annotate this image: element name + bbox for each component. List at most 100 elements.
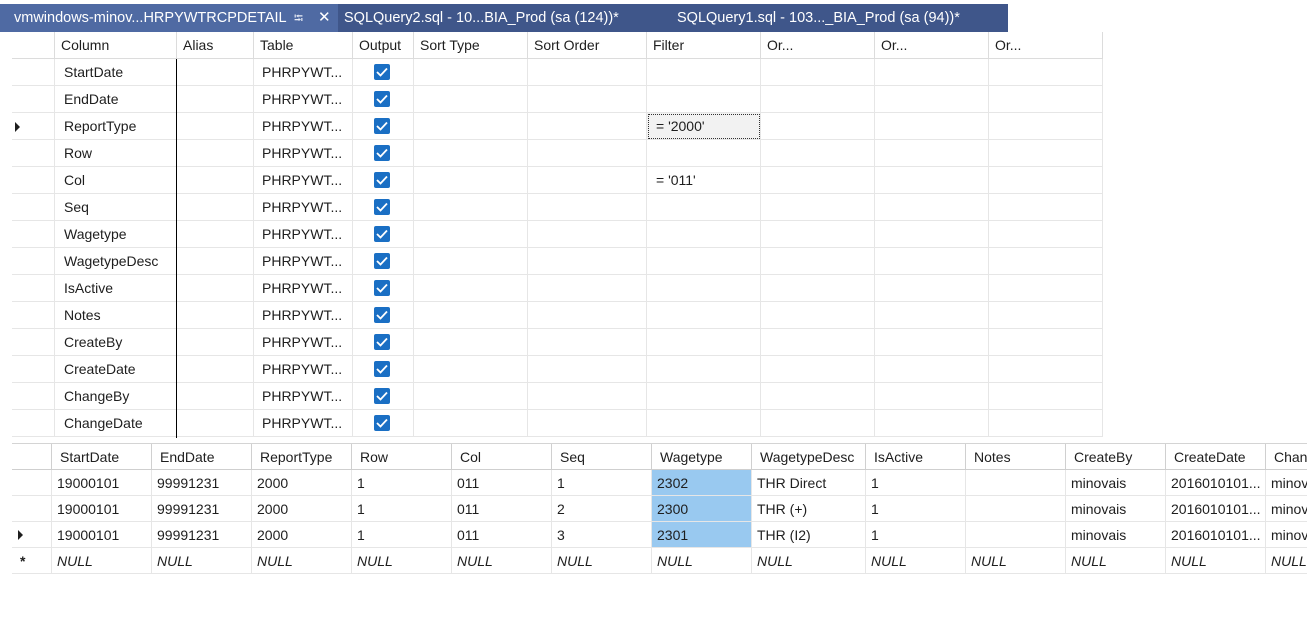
result-cell[interactable]: 2000 [252, 522, 352, 548]
criteria-cell-sort-order[interactable] [528, 302, 647, 329]
result-cell[interactable]: 1 [552, 470, 652, 496]
result-cell[interactable]: 1 [352, 496, 452, 522]
criteria-cell-output[interactable] [353, 302, 414, 329]
criteria-cell-filter[interactable] [647, 248, 761, 275]
criteria-cell-or-2[interactable] [875, 140, 989, 167]
criteria-cell-table[interactable]: PHRPYWT... [254, 194, 353, 221]
column-header-sort-type[interactable]: Sort Type [414, 32, 528, 59]
result-column-header[interactable]: Col [452, 444, 552, 470]
result-column-header[interactable]: Chan [1266, 444, 1307, 470]
column-header-or-1[interactable]: Or... [761, 32, 875, 59]
result-cell[interactable]: minovais [1066, 522, 1166, 548]
criteria-cell-column[interactable]: Seq [55, 194, 177, 221]
result-cell[interactable] [966, 470, 1066, 496]
column-header-output[interactable]: Output [353, 32, 414, 59]
criteria-cell-or-3[interactable] [989, 194, 1103, 221]
criteria-cell-output[interactable] [353, 410, 414, 437]
criteria-cell-or-1[interactable] [761, 410, 875, 437]
result-cell[interactable]: THR (+) [752, 496, 866, 522]
result-cell[interactable]: minov [1266, 522, 1307, 548]
row-selector[interactable]: * [12, 548, 52, 574]
criteria-cell-or-2[interactable] [875, 383, 989, 410]
criteria-cell-output[interactable] [353, 329, 414, 356]
criteria-cell-table[interactable]: PHRPYWT... [254, 221, 353, 248]
criteria-cell-alias[interactable] [177, 383, 254, 410]
criteria-cell-or-3[interactable] [989, 329, 1103, 356]
criteria-cell-sort-type[interactable] [414, 275, 528, 302]
row-selector[interactable] [12, 248, 55, 275]
criteria-cell-alias[interactable] [177, 221, 254, 248]
criteria-cell-alias[interactable] [177, 275, 254, 302]
result-cell[interactable]: 1 [352, 522, 452, 548]
result-cell[interactable]: 2016010101... [1166, 470, 1266, 496]
criteria-cell-table[interactable]: PHRPYWT... [254, 248, 353, 275]
output-checkbox[interactable] [374, 91, 390, 107]
result-cell[interactable]: 011 [452, 470, 552, 496]
result-cell[interactable]: 2301 [652, 522, 752, 548]
result-cell[interactable]: NULL [52, 548, 152, 574]
criteria-cell-column[interactable]: Wagetype [55, 221, 177, 248]
result-column-header[interactable]: Seq [552, 444, 652, 470]
criteria-cell-output[interactable] [353, 113, 414, 140]
criteria-cell-sort-order[interactable] [528, 410, 647, 437]
result-column-header[interactable]: EndDate [152, 444, 252, 470]
criteria-cell-or-3[interactable] [989, 59, 1103, 86]
row-selector[interactable] [12, 522, 52, 548]
result-column-header[interactable]: StartDate [52, 444, 152, 470]
result-cell[interactable]: NULL [552, 548, 652, 574]
criteria-cell-or-2[interactable] [875, 167, 989, 194]
result-cell[interactable]: 2016010101... [1166, 496, 1266, 522]
result-cell[interactable]: NULL [866, 548, 966, 574]
criteria-cell-or-1[interactable] [761, 140, 875, 167]
criteria-cell-sort-type[interactable] [414, 167, 528, 194]
tab-sqlquery2[interactable]: SQLQuery2.sql - 10...BIA_Prod (sa (124))… [338, 4, 668, 32]
criteria-cell-sort-type[interactable] [414, 356, 528, 383]
criteria-cell-or-2[interactable] [875, 113, 989, 140]
row-selector[interactable] [12, 302, 55, 329]
criteria-cell-table[interactable]: PHRPYWT... [254, 86, 353, 113]
criteria-cell-alias[interactable] [177, 356, 254, 383]
result-cell[interactable]: 2300 [652, 496, 752, 522]
row-selector[interactable] [12, 59, 55, 86]
criteria-cell-or-2[interactable] [875, 356, 989, 383]
result-cell[interactable]: minovais [1066, 470, 1166, 496]
result-cell[interactable]: 2000 [252, 496, 352, 522]
result-cell[interactable]: NULL [352, 548, 452, 574]
criteria-cell-or-3[interactable] [989, 356, 1103, 383]
column-header-or-2[interactable]: Or... [875, 32, 989, 59]
criteria-cell-output[interactable] [353, 248, 414, 275]
criteria-cell-or-3[interactable] [989, 248, 1103, 275]
criteria-cell-column[interactable]: EndDate [55, 86, 177, 113]
result-cell[interactable]: 1 [866, 470, 966, 496]
criteria-cell-or-2[interactable] [875, 275, 989, 302]
criteria-cell-column[interactable]: ChangeBy [55, 383, 177, 410]
result-cell[interactable]: THR Direct [752, 470, 866, 496]
result-cell[interactable]: 3 [552, 522, 652, 548]
criteria-cell-column[interactable]: CreateDate [55, 356, 177, 383]
criteria-cell-column[interactable]: CreateBy [55, 329, 177, 356]
output-checkbox[interactable] [374, 334, 390, 350]
criteria-cell-column[interactable]: Col [55, 167, 177, 194]
criteria-cell-column[interactable]: Notes [55, 302, 177, 329]
criteria-cell-table[interactable]: PHRPYWT... [254, 59, 353, 86]
column-header-column[interactable]: Column [55, 32, 177, 59]
result-cell[interactable]: THR (I2) [752, 522, 866, 548]
criteria-cell-table[interactable]: PHRPYWT... [254, 140, 353, 167]
column-header-or-3[interactable]: Or... [989, 32, 1103, 59]
criteria-cell-alias[interactable] [177, 113, 254, 140]
criteria-cell-alias[interactable] [177, 194, 254, 221]
tab-sqlquery1[interactable]: SQLQuery1.sql - 103..._BIA_Prod (sa (94)… [668, 4, 1008, 32]
criteria-cell-or-3[interactable] [989, 302, 1103, 329]
result-cell[interactable]: 19000101 [52, 470, 152, 496]
criteria-cell-sort-order[interactable] [528, 221, 647, 248]
criteria-cell-column[interactable]: StartDate [55, 59, 177, 86]
tab-query-designer[interactable]: vmwindows-minov...HRPYWTRCPDETAIL ⭾ ✕ [0, 4, 338, 32]
criteria-cell-filter[interactable] [647, 59, 761, 86]
criteria-cell-filter[interactable] [647, 329, 761, 356]
row-selector[interactable] [12, 221, 55, 248]
criteria-cell-or-1[interactable] [761, 86, 875, 113]
criteria-cell-or-2[interactable] [875, 302, 989, 329]
result-column-header[interactable]: Wagetype [652, 444, 752, 470]
criteria-cell-or-3[interactable] [989, 140, 1103, 167]
criteria-cell-sort-type[interactable] [414, 221, 528, 248]
